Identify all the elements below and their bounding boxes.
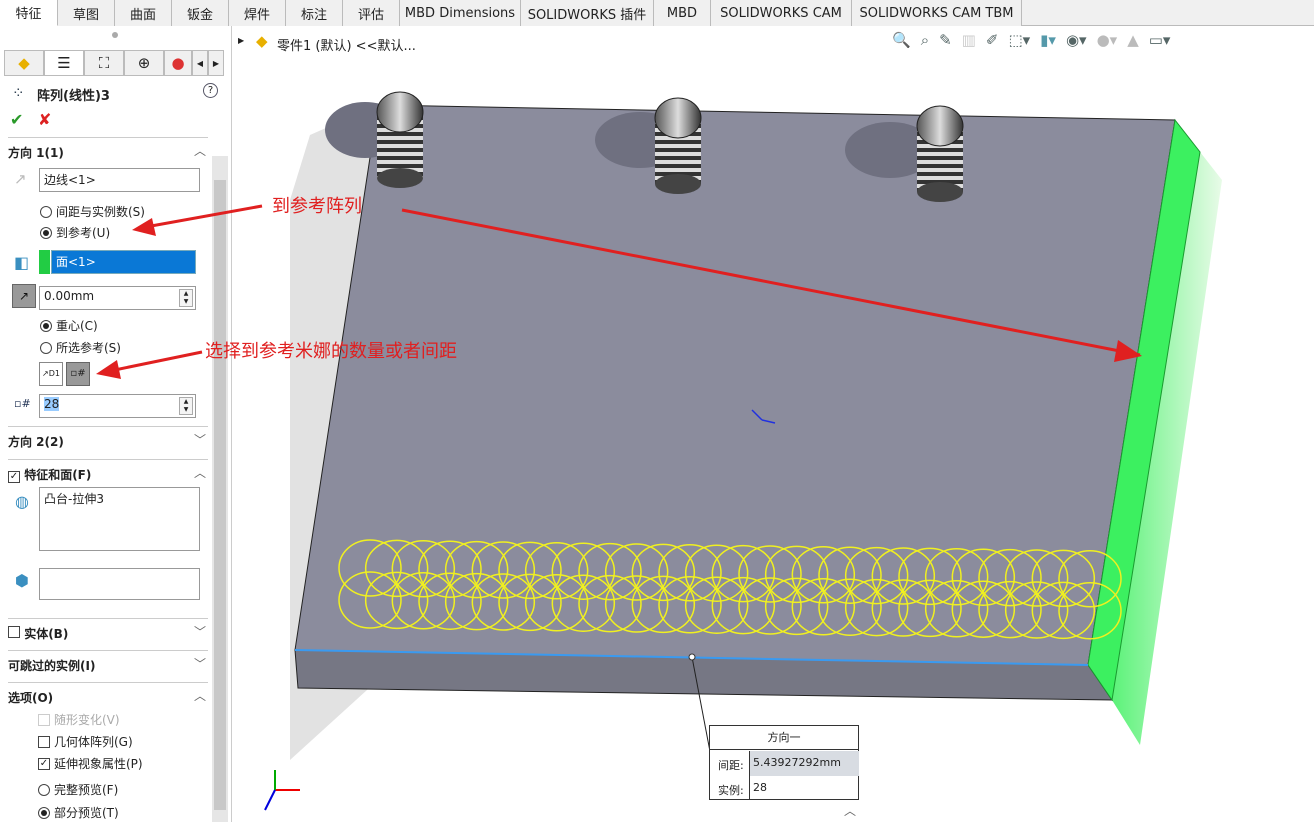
cylinder-boss[interactable] xyxy=(654,97,702,194)
direction-callout: 方向一 间距: 5.43927292mm 实例: 28 xyxy=(709,725,859,800)
model-viewport[interactable] xyxy=(0,0,1314,822)
callout-count-field[interactable]: 28 xyxy=(749,776,859,800)
cylinder-boss[interactable] xyxy=(376,91,424,188)
annotation-text: 选择到参考米娜的数量或者间距 xyxy=(205,341,457,362)
annotation-text: 到参考阵列 xyxy=(272,196,362,217)
coordinate-triad xyxy=(264,770,300,811)
cylinder-boss[interactable] xyxy=(916,105,964,202)
block-top-face[interactable] xyxy=(294,104,1176,666)
count-label: 实例: xyxy=(718,784,744,797)
collapse-callout-icon[interactable]: ︿ xyxy=(844,802,856,819)
annotation-arrow xyxy=(139,204,263,230)
count-value: 28 xyxy=(753,781,767,794)
callout-anchor xyxy=(688,653,696,661)
callout-title: 方向一 xyxy=(710,726,858,750)
callout-spacing-field[interactable]: 5.43927292mm xyxy=(749,751,859,776)
spacing-value: 5.43927292mm xyxy=(753,756,841,769)
spacing-label: 间距: xyxy=(718,759,744,772)
annotation-arrowhead xyxy=(132,218,156,236)
annotation-arrowhead xyxy=(96,360,121,379)
annotation-arrow xyxy=(104,350,203,374)
